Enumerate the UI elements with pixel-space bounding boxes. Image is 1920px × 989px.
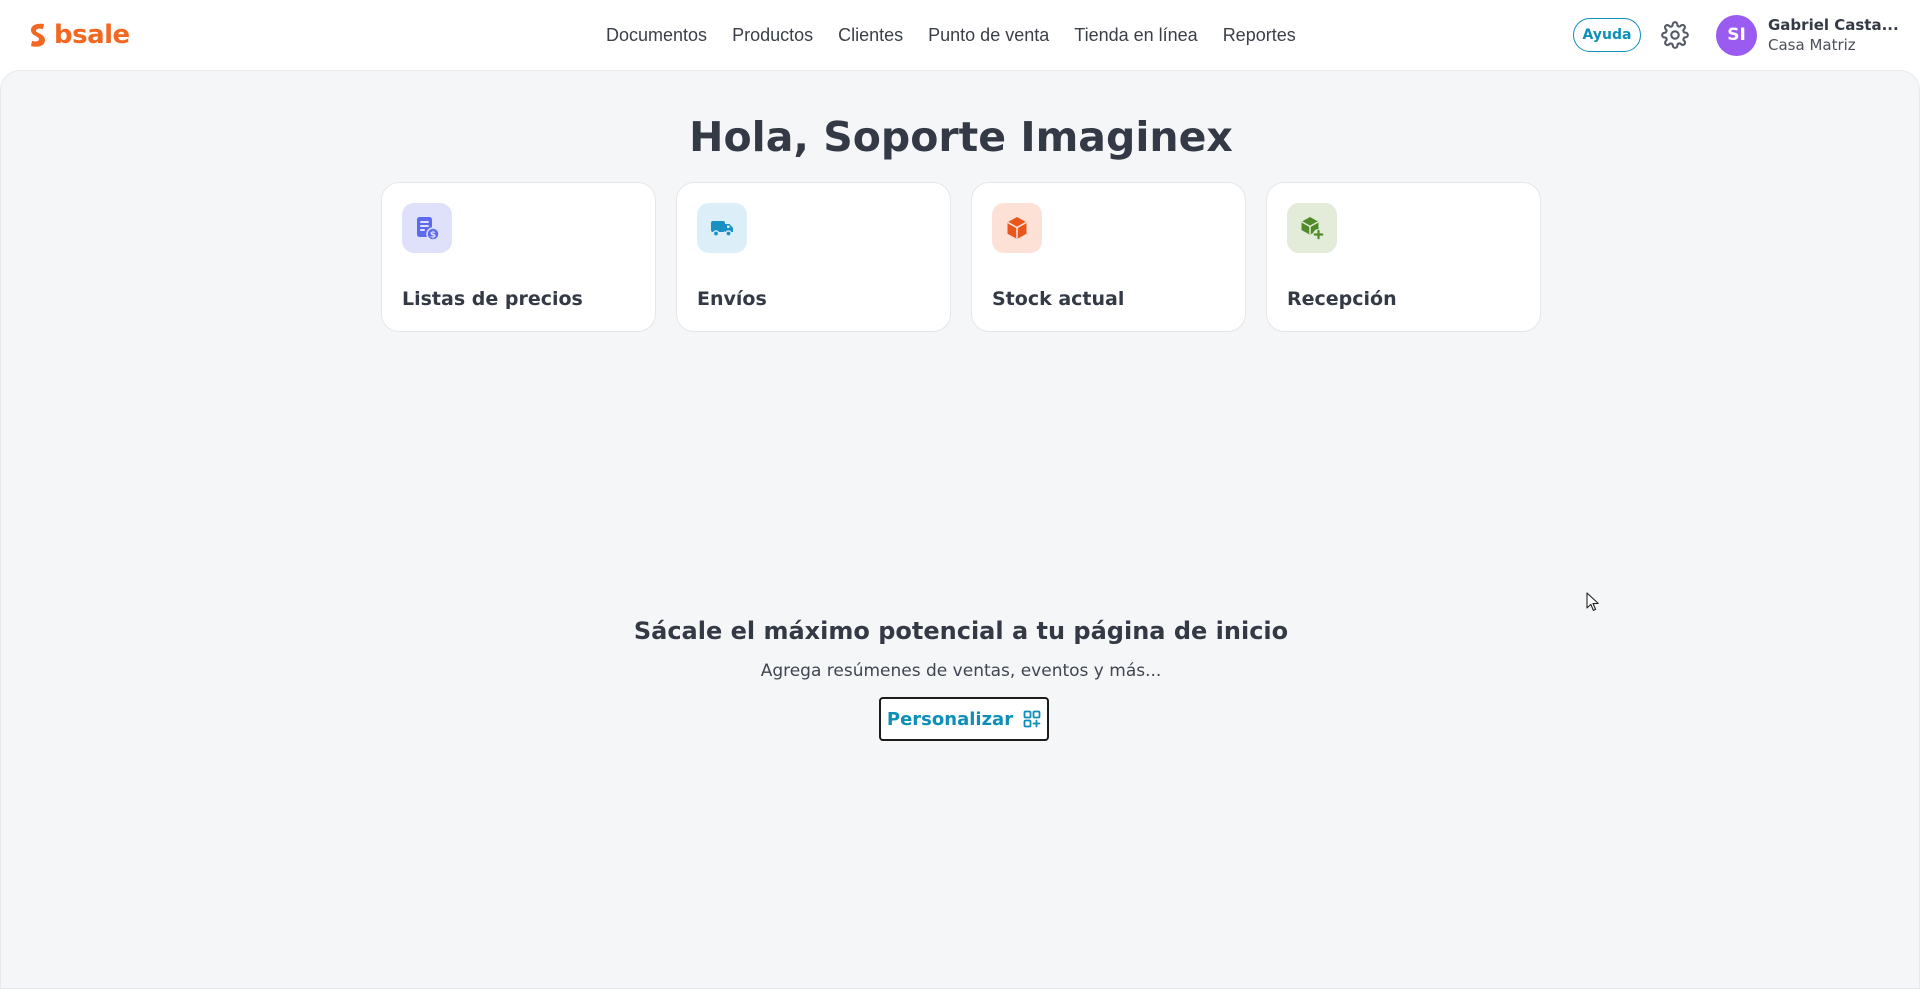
bsale-logo-text: bsale — [54, 20, 130, 50]
nav-item-reportes[interactable]: Reportes — [1223, 22, 1296, 48]
shortcut-card-recepcion[interactable]: Recepción — [1266, 182, 1541, 332]
nav-item-documentos[interactable]: Documentos — [606, 22, 707, 48]
widgets-add-icon — [1023, 710, 1041, 728]
shortcut-card-envios[interactable]: Envíos — [676, 182, 951, 332]
personalize-button[interactable]: Personalizar — [879, 697, 1049, 741]
nav-item-tienda-en-linea[interactable]: Tienda en línea — [1074, 22, 1197, 48]
home-content: Hola, Soporte Imaginex $ Listas de preci… — [0, 70, 1920, 989]
price-list-icon: $ — [402, 203, 452, 253]
avatar: SI — [1716, 14, 1757, 56]
user-menu[interactable]: SI Gabriel Casta... Casa Matriz — [1716, 14, 1899, 56]
shortcut-card-listas-de-precios[interactable]: $ Listas de precios — [381, 182, 656, 332]
user-name: Gabriel Casta... — [1768, 16, 1899, 34]
shortcut-label: Listas de precios — [402, 288, 583, 310]
nav-item-productos[interactable]: Productos — [732, 22, 813, 48]
personalize-label: Personalizar — [886, 708, 1014, 730]
box-icon — [992, 203, 1042, 253]
bsale-logo-icon — [31, 23, 45, 47]
truck-icon — [697, 203, 747, 253]
help-button[interactable]: Ayuda — [1573, 18, 1641, 52]
shortcut-label: Envíos — [697, 288, 767, 310]
main-nav: Documentos Productos Clientes Punto de v… — [606, 22, 1321, 48]
bsale-logo[interactable]: bsale — [28, 20, 130, 50]
page-title: Hola, Soporte Imaginex — [689, 113, 1233, 161]
shortcut-label: Stock actual — [992, 288, 1125, 310]
gear-icon[interactable] — [1661, 21, 1689, 49]
shortcut-label: Recepción — [1287, 288, 1397, 310]
user-info: Gabriel Casta... Casa Matriz — [1768, 15, 1899, 55]
promo-title: Sácale el máximo potencial a tu página d… — [633, 617, 1289, 645]
svg-text:$: $ — [430, 231, 436, 241]
promo-subtitle: Agrega resúmenes de ventas, eventos y má… — [760, 661, 1162, 681]
nav-item-punto-de-venta[interactable]: Punto de venta — [928, 22, 1049, 48]
shortcut-cards: $ Listas de precios Envíos Stock actual … — [381, 182, 1541, 332]
mouse-cursor-icon — [1586, 592, 1599, 611]
shortcut-card-stock-actual[interactable]: Stock actual — [971, 182, 1246, 332]
user-branch: Casa Matriz — [1768, 36, 1856, 54]
box-add-icon — [1287, 203, 1337, 253]
nav-item-clientes[interactable]: Clientes — [838, 22, 903, 48]
top-bar: bsale Documentos Productos Clientes Punt… — [0, 0, 1920, 70]
